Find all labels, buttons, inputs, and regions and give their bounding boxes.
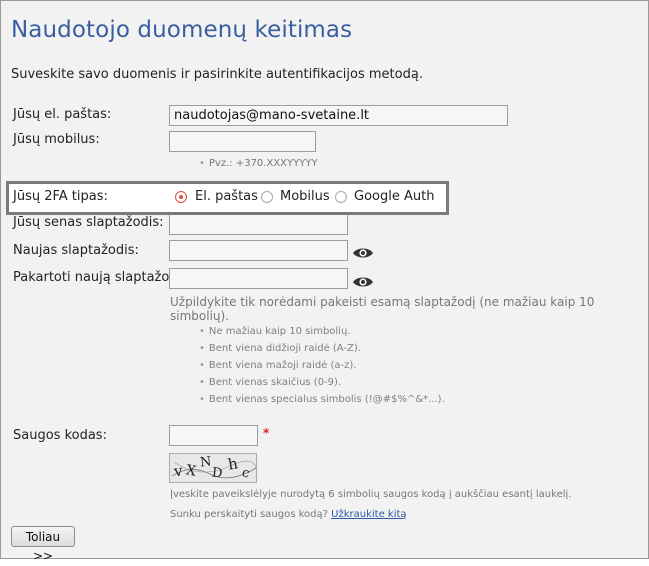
twofa-option-email[interactable]: El. paštas (195, 189, 258, 204)
twofa-label: Jūsų 2FA tipas: (13, 189, 108, 204)
new-password-label: Naujas slaptažodis: (13, 243, 139, 258)
mobile-field[interactable] (169, 131, 316, 152)
eye-icon[interactable] (352, 275, 374, 289)
mobile-hint: • Pvz.: +370.XXXYYYYY (199, 158, 318, 169)
new-password-field[interactable] (169, 240, 348, 261)
list-item: Ne mažiau kaip 10 simbolių. (199, 323, 445, 340)
twofa-radio-email[interactable] (175, 191, 187, 203)
captcha-label: Saugos kodas: (13, 428, 107, 443)
twofa-selector: Jūsų 2FA tipas: El. paštas Mobilus Googl… (6, 181, 449, 215)
captcha-field[interactable] (169, 425, 258, 446)
form-panel: Naudotojo duomenų keitimas Suveskite sav… (0, 0, 649, 563)
twofa-option-mobile[interactable]: Mobilus (280, 189, 330, 204)
repeat-password-label: Pakartoti naują slaptažodį: (13, 270, 186, 285)
twofa-radio-google[interactable] (335, 191, 347, 203)
old-password-field[interactable] (169, 214, 348, 235)
twofa-option-google[interactable]: Google Auth (354, 189, 434, 204)
password-rules-list: Ne mažiau kaip 10 simbolių. Bent viena d… (199, 323, 445, 408)
repeat-password-field[interactable] (169, 268, 348, 289)
mobile-label: Jūsų mobilus: (13, 132, 100, 147)
twofa-radio-mobile[interactable] (261, 191, 273, 203)
email-label: Jūsų el. paštas: (13, 107, 112, 122)
email-field[interactable]: naudotojas@mano-svetaine.lt (169, 105, 508, 126)
list-item: Bent vienas specialus simbolis (!@#$%^&*… (199, 391, 445, 408)
list-item: Bent vienas skaičius (0-9). (199, 374, 445, 391)
captcha-reload-row: Sunku perskaityti saugos kodą? Užkraukit… (170, 509, 407, 520)
captcha-reload-prompt: Sunku perskaityti saugos kodą? (170, 509, 328, 520)
captcha-reload-link[interactable]: Užkraukite kitą (331, 509, 406, 520)
intro-text: Suveskite savo duomenis ir pasirinkite a… (11, 67, 423, 82)
bullet-icon: • (199, 158, 205, 169)
captcha-char: N (199, 454, 213, 471)
password-note: Užpildykite tik norėdami pakeisti esamą … (170, 295, 595, 323)
mobile-hint-text: Pvz.: +370.XXXYYYYY (208, 158, 318, 169)
captcha-char: D (211, 465, 224, 482)
list-item: Bent viena mažoji raidė (a-z). (199, 357, 445, 374)
captcha-instruction: Įveskite paveikslėlyje nurodytą 6 simbol… (170, 489, 572, 500)
next-button[interactable]: Toliau >> (11, 526, 75, 563)
captcha-image: v X N D h c (169, 453, 257, 483)
old-password-label: Jūsų senas slaptažodis: (13, 215, 164, 230)
required-marker: * (263, 426, 270, 440)
list-item: Bent viena didžioji raidė (A-Z). (199, 340, 445, 357)
eye-icon[interactable] (352, 246, 374, 260)
page-title: Naudotojo duomenų keitimas (11, 17, 353, 43)
